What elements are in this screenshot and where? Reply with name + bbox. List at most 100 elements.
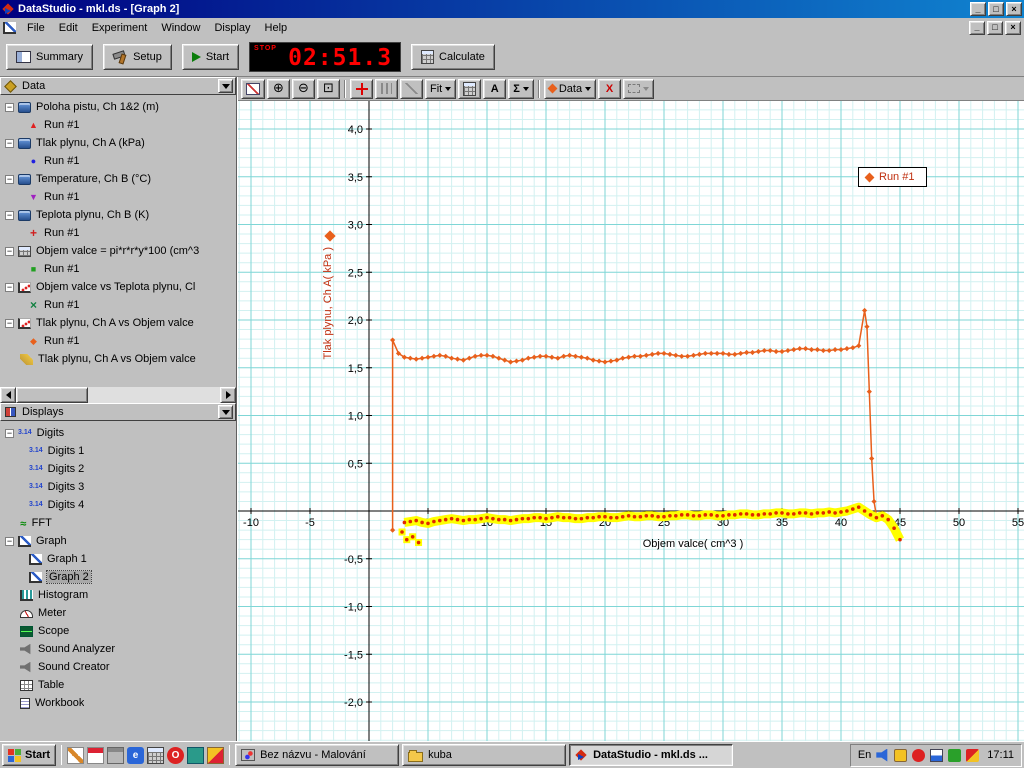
quick-launch-icon-3[interactable] <box>107 747 124 764</box>
tree-expand-toggle[interactable]: − <box>5 537 14 546</box>
tree-expand-toggle[interactable]: − <box>5 319 14 328</box>
zoom-out-button[interactable]: ⊖ <box>292 79 315 99</box>
display-item-sound-analyzer[interactable]: Sound Analyzer <box>0 640 236 658</box>
data-source-tlak-plynu-ch-a-kpa[interactable]: −Tlak plynu, Ch A (kPa) <box>0 134 236 152</box>
text-annotation-button[interactable]: A <box>483 79 506 99</box>
display-item-meter[interactable]: Meter <box>0 604 236 622</box>
run-item[interactable]: +Run #1 <box>0 224 236 242</box>
display-item-digits-4[interactable]: 3.14Digits 4 <box>0 496 236 514</box>
menu-file[interactable]: File <box>20 20 52 36</box>
tree-expand-toggle[interactable]: − <box>5 211 14 220</box>
tray-icon-5[interactable] <box>948 749 961 762</box>
run-item[interactable]: ●Run #1 <box>0 152 236 170</box>
menu-window[interactable]: Window <box>154 20 207 36</box>
tree-expand-toggle[interactable]: − <box>5 139 14 148</box>
display-item-scope[interactable]: Scope <box>0 622 236 640</box>
data-panel-menu-button[interactable] <box>218 79 233 93</box>
calculate-button[interactable]: Calculate <box>411 44 495 70</box>
close-button[interactable]: × <box>1006 2 1022 16</box>
display-item-graph[interactable]: −Graph <box>0 532 236 550</box>
data-source-label: Tlak plynu, Ch A vs Objem valce <box>36 317 194 329</box>
remove-data-button[interactable]: X <box>598 79 621 99</box>
quick-launch-icon-4[interactable]: e <box>127 747 144 764</box>
calipers-tool-button[interactable] <box>375 79 398 99</box>
display-item-fft[interactable]: ≈FFT <box>0 514 236 532</box>
language-indicator[interactable]: En <box>858 749 871 761</box>
display-item-sound-creator[interactable]: Sound Creator <box>0 658 236 676</box>
menu-edit[interactable]: Edit <box>52 20 85 36</box>
scale-to-fit-button[interactable] <box>241 79 265 99</box>
slope-tool-button[interactable] <box>400 79 423 99</box>
run-item[interactable]: ▼Run #1 <box>0 188 236 206</box>
statistics-menu-button[interactable]: Σ <box>508 79 534 99</box>
run-item[interactable]: ◆Run #1 <box>0 332 236 350</box>
start-menu-button[interactable]: Start <box>2 744 56 766</box>
tree-expand-toggle[interactable]: − <box>5 175 14 184</box>
scroll-right-button[interactable] <box>220 387 236 403</box>
data-source-temperature-ch-b-c[interactable]: −Temperature, Ch B (°C) <box>0 170 236 188</box>
run-item[interactable]: ■Run #1 <box>0 260 236 278</box>
summary-button[interactable]: Summary <box>6 44 93 70</box>
zoom-in-button[interactable]: ⊕ <box>267 79 290 99</box>
display-item-digits-2[interactable]: 3.14Digits 2 <box>0 460 236 478</box>
setup-button[interactable]: Setup <box>103 44 172 70</box>
tray-icon-4[interactable] <box>930 749 943 762</box>
quick-launch-icon-2[interactable] <box>87 747 104 764</box>
tray-icon-1[interactable] <box>876 749 889 762</box>
restore-button[interactable]: □ <box>988 2 1004 16</box>
display-item-table[interactable]: Table <box>0 676 236 694</box>
display-item-digits-1[interactable]: 3.14Digits 1 <box>0 442 236 460</box>
graph-settings-menu-button[interactable] <box>623 79 654 99</box>
task-button-kuba-folder[interactable]: kuba <box>402 744 566 766</box>
legend-run-1[interactable]: Run #1 <box>858 167 927 187</box>
display-item-graph-2[interactable]: Graph 2 <box>0 568 236 586</box>
data-source-poloha-pistu-ch-1-2-m[interactable]: −Poloha pistu, Ch 1&2 (m) <box>0 98 236 116</box>
scrollbar-track[interactable] <box>88 387 220 403</box>
run-item[interactable]: ▲Run #1 <box>0 116 236 134</box>
tray-icon-3[interactable] <box>912 749 925 762</box>
child-minimize-button[interactable]: _ <box>969 21 985 35</box>
tree-expand-toggle[interactable]: − <box>5 247 14 256</box>
tree-expand-toggle[interactable]: − <box>5 429 14 438</box>
data-source-tlak-plynu-ch-a-vs-objem-valce[interactable]: − Tlak plynu, Ch A vs Objem valce <box>0 314 236 332</box>
tray-icon-2[interactable] <box>894 749 907 762</box>
menu-display[interactable]: Display <box>207 20 257 36</box>
display-item-workbook[interactable]: Workbook <box>0 694 236 712</box>
scroll-left-button[interactable] <box>0 387 16 403</box>
display-item-digits-3[interactable]: 3.14Digits 3 <box>0 478 236 496</box>
child-close-button[interactable]: × <box>1005 21 1021 35</box>
smart-tool-button[interactable] <box>350 79 373 99</box>
quick-launch-icon-5[interactable] <box>147 747 164 764</box>
display-item-histogram[interactable]: Histogram <box>0 586 236 604</box>
data-source-teplota-plynu-ch-b-k[interactable]: −Teplota plynu, Ch B (K) <box>0 206 236 224</box>
graph-plot-area[interactable]: -10-55101520253035404550554,03,53,02,52,… <box>238 101 1024 741</box>
data-source-objem-valce-pi-r-r-y-100-cm-3[interactable]: −Objem valce = pi*r*r*y*100 (cm^3 <box>0 242 236 260</box>
quick-launch-icon-7[interactable] <box>187 747 204 764</box>
run-item[interactable]: ×Run #1 <box>0 296 236 314</box>
task-button-paint[interactable]: Bez názvu - Malování <box>235 744 399 766</box>
menu-experiment[interactable]: Experiment <box>85 20 155 36</box>
fit-menu-button[interactable]: Fit <box>425 79 456 99</box>
start-button[interactable]: Start <box>182 44 239 70</box>
displays-panel-menu-button[interactable] <box>218 405 233 419</box>
quick-launch-icon-6[interactable]: O <box>167 747 184 764</box>
tree-expand-toggle[interactable]: − <box>5 103 14 112</box>
quick-launch-icon-1[interactable] <box>67 747 84 764</box>
tree-expand-toggle[interactable]: − <box>5 283 14 292</box>
child-restore-button[interactable]: □ <box>987 21 1003 35</box>
data-menu-button[interactable]: Data <box>544 79 596 99</box>
graph-canvas[interactable]: -10-55101520253035404550554,03,53,02,52,… <box>238 101 1024 741</box>
menu-help[interactable]: Help <box>258 20 295 36</box>
minimize-button[interactable]: _ <box>970 2 986 16</box>
display-item-graph-1[interactable]: Graph 1 <box>0 550 236 568</box>
display-item-digits[interactable]: −3.14Digits <box>0 424 236 442</box>
data-source-objem-valce-vs-teplota-plynu-cl[interactable]: −Objem valce vs Teplota plynu, Cl <box>0 278 236 296</box>
data-panel-header: Data <box>0 77 236 95</box>
data-source-tlak-plynu-ch-a-vs-objem-valce[interactable]: Tlak plynu, Ch A vs Objem valce <box>0 350 236 368</box>
quick-launch-icon-8[interactable] <box>207 747 224 764</box>
graph-calculator-button[interactable] <box>458 79 481 99</box>
tray-icon-6[interactable] <box>966 749 979 762</box>
scrollbar-thumb[interactable] <box>16 387 88 403</box>
zoom-select-button[interactable]: ⊡ <box>317 79 340 99</box>
task-button-datastudio[interactable]: DataStudio - mkl.ds ... <box>569 744 733 766</box>
